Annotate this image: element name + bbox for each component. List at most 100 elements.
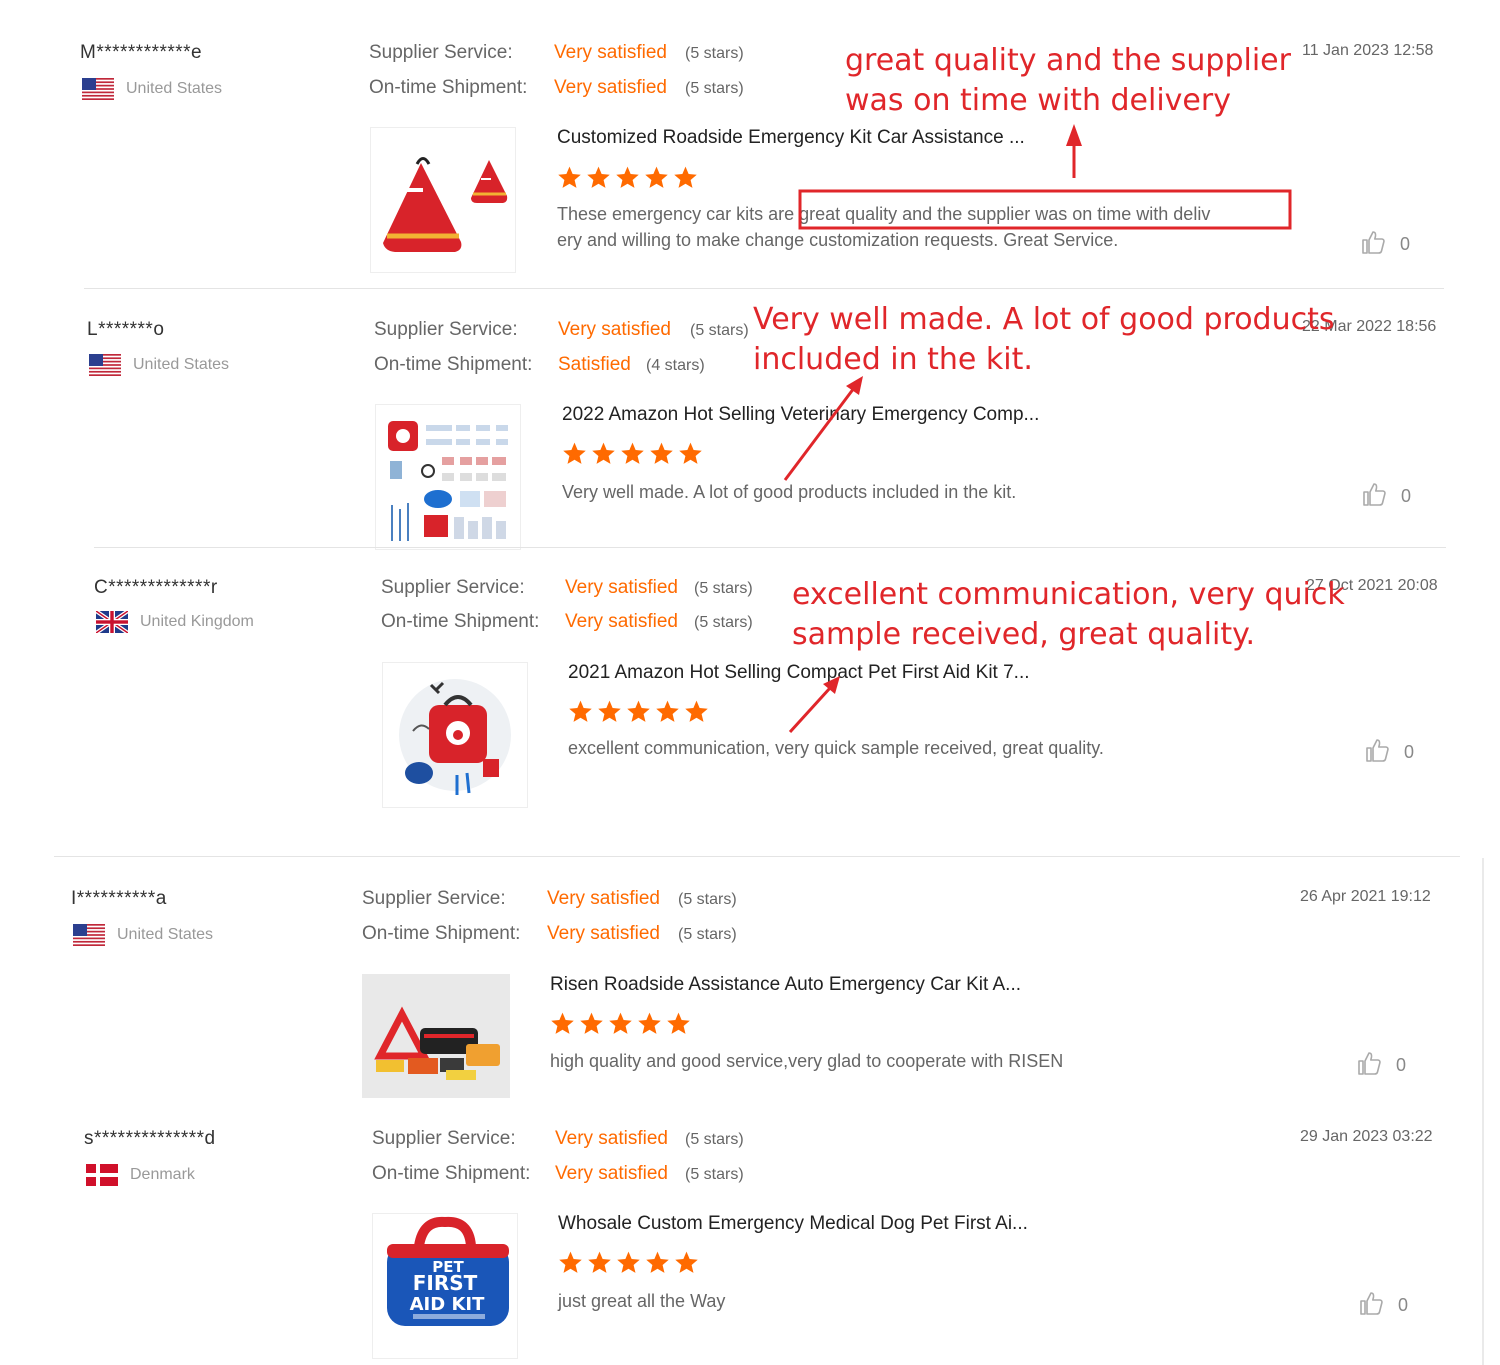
dk-flag-icon	[86, 1164, 118, 1186]
shipment-stars: (5 stars)	[685, 80, 744, 97]
product-image[interactable]	[370, 127, 516, 273]
annotation-line: included in the kit.	[753, 342, 1033, 377]
like-button[interactable]: 0	[1356, 1050, 1406, 1081]
star-icon	[679, 442, 702, 464]
supplier-service-stars: (5 stars)	[690, 322, 749, 339]
review-comment: excellent communication, very quick samp…	[568, 735, 1308, 761]
review-comment: just great all the Way	[558, 1288, 1298, 1314]
shipment-label: On-time Shipment:	[362, 923, 521, 944]
product-star-rating	[557, 165, 698, 190]
like-button[interactable]: 0	[1358, 1290, 1408, 1321]
supplier-service-label: Supplier Service:	[369, 42, 513, 63]
star-icon	[559, 1251, 582, 1273]
supplier-service-stars: (5 stars)	[694, 580, 753, 597]
annotation-line: excellent communication, very quick	[792, 577, 1345, 612]
star-icon	[638, 1012, 661, 1034]
star-icon	[645, 166, 668, 188]
supplier-service-row: Supplier Service: Very satisfied (5 star…	[374, 319, 749, 341]
star-icon	[627, 700, 650, 722]
like-button[interactable]: 0	[1360, 229, 1410, 260]
review-comment: high quality and good service,very glad …	[550, 1048, 1290, 1074]
annotation-arrow	[788, 686, 832, 734]
product-title-link[interactable]: 2021 Amazon Hot Selling Compact Pet Firs…	[568, 662, 1030, 684]
buyer-country: United States	[89, 354, 229, 376]
star-icon	[617, 1251, 640, 1273]
annotation-arrowhead	[1066, 124, 1082, 146]
product-image[interactable]	[375, 404, 521, 550]
country-label: United States	[126, 80, 223, 97]
star-icon	[592, 442, 615, 464]
annotation-arrow	[783, 387, 856, 481]
annotation-text: Very well made. A lot of good products i…	[753, 300, 1335, 380]
star-icon	[551, 1012, 574, 1034]
divider	[84, 288, 1444, 289]
country-label: United Kingdom	[140, 613, 254, 630]
supplier-service-row: Supplier Service: Very satisfied (5 star…	[362, 888, 737, 910]
star-icon	[588, 1251, 611, 1273]
product-star-rating	[558, 1250, 699, 1275]
review-date: 26 Apr 2021 19:12	[1300, 888, 1431, 905]
shipment-rating: Very satisfied	[565, 611, 678, 632]
star-icon	[656, 700, 679, 722]
product-image[interactable]	[382, 662, 528, 808]
shipment-stars: (5 stars)	[678, 926, 737, 943]
shipment-stars: (5 stars)	[685, 1166, 744, 1183]
star-icon	[616, 166, 639, 188]
product-star-rating	[568, 699, 709, 724]
review-comment: These emergency car kits are great quali…	[557, 201, 1297, 253]
star-icon	[650, 442, 673, 464]
buyer-name: C*************r	[94, 577, 218, 598]
star-icon	[675, 1251, 698, 1273]
product-star-rating	[562, 441, 703, 466]
us-flag-icon	[89, 354, 121, 376]
product-title-link[interactable]: Risen Roadside Assistance Auto Emergency…	[550, 974, 1021, 996]
shipment-label: On-time Shipment:	[369, 77, 528, 98]
like-button[interactable]: 0	[1364, 737, 1414, 768]
annotation-text: excellent communication, very quick samp…	[792, 575, 1345, 655]
country-label: United States	[133, 356, 230, 373]
star-icon	[569, 700, 592, 722]
shipment-stars: (5 stars)	[694, 614, 753, 631]
shipment-row: On-time Shipment: Satisfied (4 stars)	[374, 354, 705, 376]
pet-first-aid-bag-image: PET FIRST AID KIT	[373, 1214, 517, 1358]
like-count: 0	[1396, 1055, 1407, 1075]
country-label: United States	[117, 926, 214, 943]
annotation-line: great quality and the supplier	[845, 43, 1291, 78]
star-icon	[580, 1012, 603, 1034]
product-image[interactable]: PET FIRST AID KIT	[372, 1213, 518, 1359]
product-title-link[interactable]: 2022 Amazon Hot Selling Veterinary Emerg…	[562, 404, 1039, 426]
star-icon	[646, 1251, 669, 1273]
review-comment: Very well made. A lot of good products i…	[562, 479, 1302, 505]
like-count: 0	[1400, 234, 1411, 254]
scroll-track	[1482, 858, 1484, 1365]
shipment-rating: Satisfied	[558, 354, 631, 375]
shipment-rating: Very satisfied	[547, 923, 660, 944]
star-icon	[563, 442, 586, 464]
product-image[interactable]	[362, 974, 510, 1098]
product-title-link[interactable]: Whosale Custom Emergency Medical Dog Pet…	[558, 1213, 1028, 1235]
divider	[94, 547, 1446, 548]
thumbs-up-icon	[1360, 229, 1386, 260]
shipment-label: On-time Shipment:	[381, 611, 540, 632]
star-icon	[674, 166, 697, 188]
star-icon	[667, 1012, 690, 1034]
supplier-service-label: Supplier Service:	[381, 577, 525, 598]
comment-line: Very well made. A lot of good products i…	[562, 482, 1017, 502]
supplier-service-rating: Very satisfied	[555, 1128, 668, 1149]
buyer-name: L*******o	[87, 319, 165, 340]
buyer-name: I**********a	[71, 888, 167, 909]
like-button[interactable]: 0	[1361, 481, 1411, 512]
comment-line: These emergency car kits are great quali…	[557, 204, 1211, 224]
supplier-service-row: Supplier Service: Very satisfied (5 star…	[372, 1128, 744, 1150]
star-icon	[609, 1012, 632, 1034]
supplier-service-rating: Very satisfied	[558, 319, 671, 340]
product-title-link[interactable]: Customized Roadside Emergency Kit Car As…	[557, 127, 1025, 149]
shipment-row: On-time Shipment: Very satisfied (5 star…	[369, 77, 744, 99]
us-flag-icon	[82, 78, 114, 100]
shipment-rating: Very satisfied	[555, 1163, 668, 1184]
like-count: 0	[1401, 486, 1412, 506]
uk-flag-icon	[96, 611, 128, 633]
buyer-name: s**************d	[84, 1128, 216, 1149]
shipment-row: On-time Shipment: Very satisfied (5 star…	[362, 923, 737, 945]
us-flag-icon	[73, 924, 105, 946]
